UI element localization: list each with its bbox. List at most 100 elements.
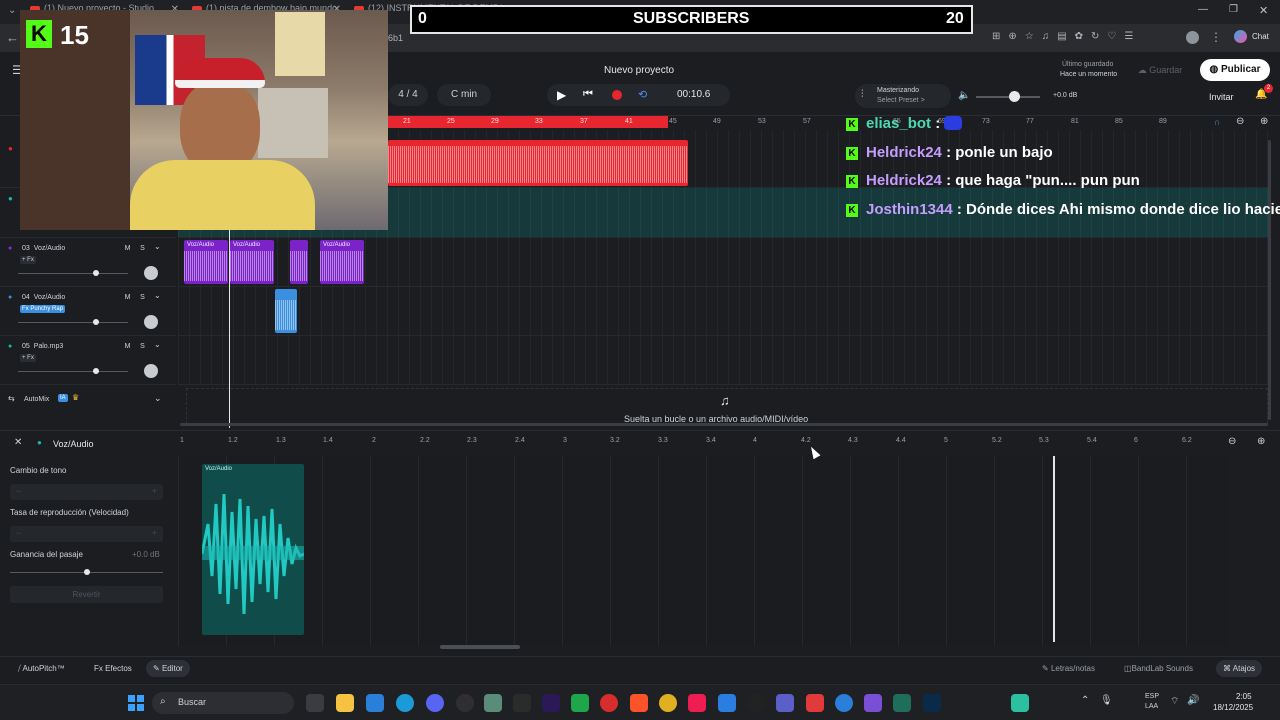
media-icon[interactable]: [600, 694, 618, 712]
track-lane-05[interactable]: [178, 336, 1268, 385]
tiktok-icon[interactable]: [688, 694, 706, 712]
store-icon[interactable]: [366, 694, 384, 712]
add-fx-button[interactable]: + Fx: [20, 354, 36, 362]
camtasia-icon[interactable]: [571, 694, 589, 712]
url-text[interactable]: 6b1: [388, 33, 403, 43]
discord-icon[interactable]: [426, 694, 444, 712]
windows-start-icon[interactable]: [128, 695, 144, 711]
master-volume-slider[interactable]: [976, 91, 1040, 102]
time-signature[interactable]: 4 / 4: [388, 84, 428, 106]
add-fx-button[interactable]: + Fx: [20, 256, 36, 264]
app-icon[interactable]: [806, 694, 824, 712]
lyrics-button[interactable]: ✎ Letras/notas: [1042, 664, 1095, 673]
wifi-icon[interactable]: ⌔: [1170, 695, 1179, 708]
edge-icon[interactable]: [396, 694, 414, 712]
app-icon[interactable]: [718, 694, 736, 712]
app-icon[interactable]: [747, 694, 765, 712]
audio-clip[interactable]: [290, 240, 308, 284]
track-lane-03[interactable]: Voz/Audio Voz/Audio Voz/Audio: [178, 238, 1268, 287]
track-lane-04[interactable]: [178, 287, 1268, 336]
tab-menu-icon[interactable]: ⌄: [8, 5, 16, 16]
app-icon[interactable]: [893, 694, 911, 712]
skip-back-icon[interactable]: ⏮: [583, 88, 593, 101]
clock-date[interactable]: 18/12/2025: [1213, 703, 1253, 712]
rate-stepper[interactable]: − +: [10, 526, 163, 542]
search-box[interactable]: ⌕ Buscar: [152, 692, 294, 714]
app-icon[interactable]: [864, 694, 882, 712]
record-icon[interactable]: [612, 90, 622, 100]
volume-knob[interactable]: [1009, 91, 1020, 102]
close-editor-icon[interactable]: ✕: [14, 437, 22, 448]
gain-knob[interactable]: [84, 569, 90, 575]
tray-chevron-icon[interactable]: ⌃: [1081, 695, 1089, 706]
pan-dial[interactable]: [144, 315, 158, 329]
app-icon[interactable]: [484, 694, 502, 712]
volume-tray-icon[interactable]: 🔊: [1187, 695, 1199, 706]
profile-avatar[interactable]: [1186, 31, 1199, 44]
bandlab-sounds-button[interactable]: ◫BandLab Sounds: [1124, 664, 1193, 673]
waveform-editor[interactable]: Voz/Audio: [178, 456, 1228, 646]
editor-tab[interactable]: ✎ Editor: [146, 660, 190, 677]
lang-line2[interactable]: LAA: [1145, 703, 1158, 710]
copilot-icon[interactable]: [1234, 30, 1247, 43]
volume-knob[interactable]: [93, 368, 99, 374]
autopitch-tab[interactable]: ⧸ AutoPitch™: [18, 664, 65, 674]
track-header-03[interactable]: ● 03 Voz/Audio M S ⌄ + Fx: [0, 238, 176, 287]
mute-button[interactable]: M: [122, 341, 133, 352]
teams-icon[interactable]: [776, 694, 794, 712]
back-icon[interactable]: ←: [6, 30, 19, 45]
drop-zone[interactable]: ♫ Suelta un bucle o un archivo audio/MID…: [186, 388, 1268, 424]
brave-icon[interactable]: [630, 694, 648, 712]
mute-button[interactable]: M: [122, 243, 133, 254]
track-volume-slider[interactable]: [18, 371, 128, 372]
mastering-selector[interactable]: ⫶ Masterizando Select Preset >: [855, 84, 951, 108]
mute-button[interactable]: M: [122, 292, 133, 303]
volume-knob[interactable]: [93, 319, 99, 325]
automix-row[interactable]: ⇆ AutoMix IA ♛ ⌄: [0, 390, 176, 410]
publish-button[interactable]: ◍ Publicar: [1200, 59, 1270, 81]
audio-clip[interactable]: Voz/Audio: [230, 240, 274, 284]
minus-icon[interactable]: −: [16, 486, 21, 496]
play-icon[interactable]: ▶: [557, 88, 566, 102]
effects-tab[interactable]: Fx Efectos: [94, 664, 132, 673]
chevron-down-icon[interactable]: ⌄: [154, 393, 162, 404]
chat-label[interactable]: Chat: [1252, 32, 1269, 41]
save-button[interactable]: ☁ Guardar: [1128, 60, 1192, 80]
obs-icon[interactable]: [456, 694, 474, 712]
app-icon[interactable]: [1011, 694, 1029, 712]
window-close-icon[interactable]: ✕: [1259, 4, 1268, 17]
solo-button[interactable]: S: [137, 292, 148, 303]
volume-knob[interactable]: [93, 270, 99, 276]
key-selector[interactable]: C min: [437, 84, 491, 106]
photoshop-icon[interactable]: [923, 694, 941, 712]
maximize-icon[interactable]: ❐: [1229, 4, 1238, 15]
chrome-icon[interactable]: [659, 694, 677, 712]
more-icon[interactable]: ⋮: [1210, 30, 1222, 44]
track-header-05[interactable]: ● 05 Palo.mp3 M S ⌄ + Fx: [0, 336, 176, 385]
revert-button[interactable]: Revertir: [10, 586, 163, 603]
pan-dial[interactable]: [144, 266, 158, 280]
audio-clip-red[interactable]: [388, 140, 688, 186]
audio-clip[interactable]: Voz/Audio: [184, 240, 228, 284]
epic-games-icon[interactable]: [513, 694, 531, 712]
editor-playhead[interactable]: [1053, 456, 1055, 642]
solo-button[interactable]: S: [137, 243, 148, 254]
audio-clip[interactable]: Voz/Audio: [320, 240, 364, 284]
invite-button[interactable]: Invitar: [1209, 92, 1234, 102]
minus-icon[interactable]: −: [16, 528, 21, 538]
plus-icon[interactable]: +: [152, 486, 157, 496]
pan-dial[interactable]: [144, 364, 158, 378]
solo-button[interactable]: S: [137, 341, 148, 352]
volume-icon[interactable]: 🔈: [958, 90, 970, 101]
track-header-04[interactable]: ● 04 Voz/Audio M S ⌄ Fx Punchy Rap: [0, 287, 176, 336]
chevron-down-icon[interactable]: ⌄: [154, 291, 161, 300]
zoom-in-icon[interactable]: ⊕: [1257, 436, 1265, 447]
track-volume-slider[interactable]: [18, 322, 128, 323]
loop-icon[interactable]: ⟲: [638, 88, 647, 101]
audio-clip[interactable]: [275, 289, 297, 333]
editor-scrollbar[interactable]: [440, 645, 520, 649]
track-volume-slider[interactable]: [18, 273, 128, 274]
file-explorer-icon[interactable]: [336, 694, 354, 712]
lang-line1[interactable]: ESP: [1145, 693, 1159, 700]
app-icon[interactable]: [835, 694, 853, 712]
